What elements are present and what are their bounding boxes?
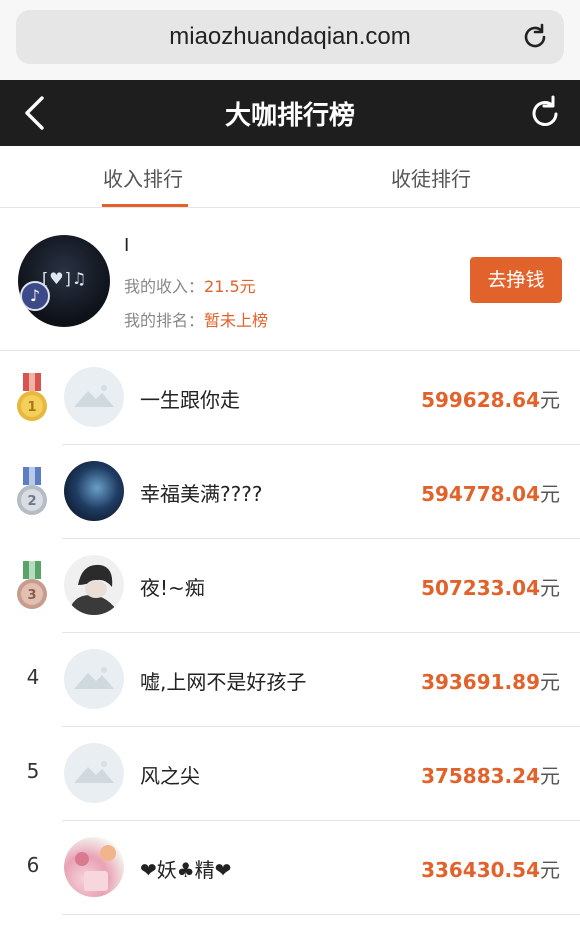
my-avatar: [♥]♫ ♪ xyxy=(18,235,110,327)
my-name: I xyxy=(124,235,130,256)
refresh-icon[interactable] xyxy=(526,93,564,133)
user-name: 一生跟你走 xyxy=(140,388,240,412)
user-income: 507233.04元 xyxy=(421,572,560,601)
user-name: 夜!~痴 xyxy=(140,576,205,600)
avatar-illustration xyxy=(68,564,120,615)
my-rank-label: 我的排名： xyxy=(124,311,205,330)
page-title: 大咖排行榜 xyxy=(224,101,355,131)
income-amount: 594778.04 xyxy=(421,482,540,506)
user-avatar xyxy=(64,367,124,427)
my-info-card: [♥]♫ ♪ I 我的收入：21.5元 我的排名：暂未上榜 去挣钱 xyxy=(0,209,580,351)
income-unit: 元 xyxy=(540,482,560,506)
ranking-row-6[interactable]: 6 ❤妖♣精❤ 336430.54元 xyxy=(0,821,580,915)
svg-text:3: 3 xyxy=(27,588,36,603)
income-unit: 元 xyxy=(540,670,560,694)
bronze-medal-icon: 3 xyxy=(17,561,47,609)
my-rank-value: 暂未上榜 xyxy=(204,311,269,330)
ranking-row-2[interactable]: 2 幸福美满???? 594778.04元 xyxy=(0,445,580,539)
tab-bar: 收入排行 收徒排行 xyxy=(0,146,580,208)
ranking-list: 1 一生跟你走 599628.64元 2 幸福美满???? 594778.04元… xyxy=(0,351,580,915)
income-unit: 元 xyxy=(540,576,560,600)
active-tab-indicator xyxy=(102,204,188,207)
avatar-logo: [♥]♫ xyxy=(42,269,88,288)
music-note-icon: ♪ xyxy=(20,281,50,311)
divider xyxy=(62,914,580,915)
navbar: 大咖排行榜 xyxy=(0,80,580,146)
user-avatar xyxy=(64,461,124,521)
rank-number: 4 xyxy=(26,665,40,689)
user-avatar xyxy=(64,649,124,709)
rank-number: 5 xyxy=(26,759,40,783)
url-text: miaozhuandaqian.com xyxy=(169,23,411,50)
income-amount: 375883.24 xyxy=(421,764,540,788)
avatar-illustration xyxy=(75,845,116,891)
image-placeholder-icon xyxy=(74,385,114,407)
income-amount: 393691.89 xyxy=(421,670,540,694)
ranking-row-5[interactable]: 5 风之尖 375883.24元 xyxy=(0,727,580,821)
address-bar[interactable]: miaozhuandaqian.com xyxy=(16,10,564,64)
user-name: 嘘,上网不是好孩子 xyxy=(140,670,307,694)
ranking-row-1[interactable]: 1 一生跟你走 599628.64元 xyxy=(0,351,580,445)
ranking-row-3[interactable]: 3 夜!~痴 507233.04元 xyxy=(0,539,580,633)
gold-medal-icon: 1 xyxy=(17,373,47,421)
silver-medal-icon: 2 xyxy=(17,467,47,515)
user-name: ❤妖♣精❤ xyxy=(140,858,232,882)
user-income: 375883.24元 xyxy=(421,760,560,789)
image-placeholder-icon xyxy=(74,667,114,689)
my-rank: 我的排名：暂未上榜 xyxy=(124,307,268,331)
income-unit: 元 xyxy=(540,388,560,412)
reload-icon[interactable] xyxy=(520,22,550,52)
browser-chrome: miaozhuandaqian.com xyxy=(0,0,580,80)
rank-number: 6 xyxy=(26,853,40,877)
svg-text:2: 2 xyxy=(27,494,36,509)
income-amount: 336430.54 xyxy=(421,858,540,882)
user-income: 599628.64元 xyxy=(421,384,560,413)
income-unit: 元 xyxy=(540,858,560,882)
image-placeholder-icon xyxy=(74,761,114,783)
user-income: 594778.04元 xyxy=(421,478,560,507)
ranking-row-4[interactable]: 4 嘘,上网不是好孩子 393691.89元 xyxy=(0,633,580,727)
my-income-value: 21.5元 xyxy=(204,277,256,296)
my-income: 我的收入：21.5元 xyxy=(124,273,256,297)
my-income-label: 我的收入： xyxy=(124,277,205,296)
user-income: 393691.89元 xyxy=(421,666,560,695)
tab-income-ranking[interactable]: 收入排行 xyxy=(103,163,183,192)
income-unit: 元 xyxy=(540,764,560,788)
user-income: 336430.54元 xyxy=(421,854,560,883)
tab-apprentice-ranking[interactable]: 收徒排行 xyxy=(391,163,471,192)
user-avatar xyxy=(64,837,124,897)
user-avatar xyxy=(64,555,124,615)
svg-text:1: 1 xyxy=(27,400,36,415)
user-name: 风之尖 xyxy=(140,764,200,788)
user-name: 幸福美满???? xyxy=(140,482,263,506)
user-avatar xyxy=(64,743,124,803)
income-amount: 507233.04 xyxy=(421,576,540,600)
earn-money-button[interactable]: 去挣钱 xyxy=(470,257,562,303)
income-amount: 599628.64 xyxy=(421,388,540,412)
